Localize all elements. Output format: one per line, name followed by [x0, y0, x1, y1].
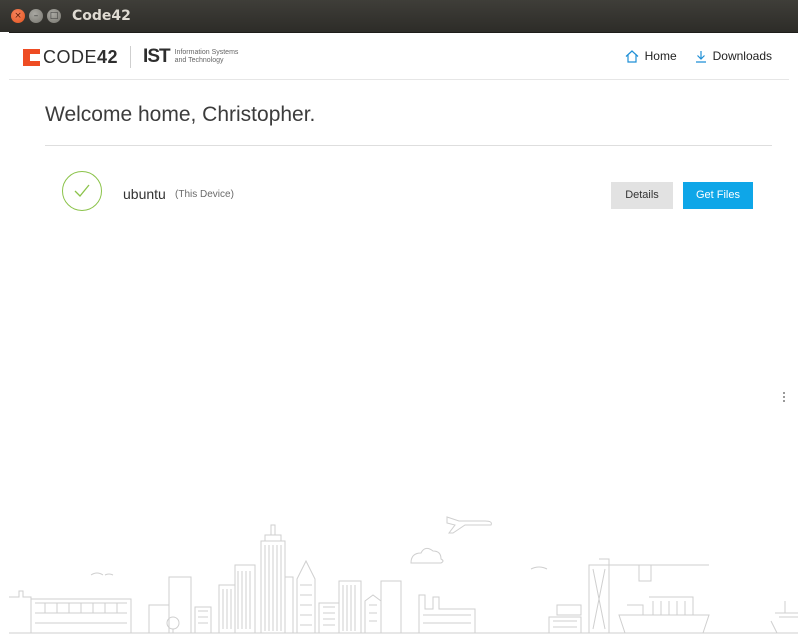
nav-downloads-label: Downloads [712, 49, 772, 63]
top-nav: Home Downloads [607, 49, 772, 63]
welcome-heading: Welcome home, Christopher. [45, 103, 316, 126]
logo-divider [130, 46, 132, 68]
window-left-border [0, 32, 9, 635]
city-skyline-illustration [9, 516, 798, 634]
code42-logo-icon [23, 48, 40, 66]
window-minimize-button[interactable]: – [29, 9, 43, 23]
device-row: ubuntu (This Device) Details Get Files [62, 171, 772, 215]
nav-downloads-link[interactable]: Downloads [695, 49, 772, 63]
app-header: CODE42 IST Information Systems and Techn… [9, 33, 789, 80]
brand-logo: CODE42 IST Information Systems and Techn… [23, 46, 238, 68]
window-title: Code42 [72, 8, 131, 24]
details-button[interactable]: Details [611, 182, 673, 209]
ist-logo-text: Information Systems and Technology [174, 49, 239, 64]
get-files-button[interactable]: Get Files [683, 182, 753, 209]
home-icon [625, 49, 639, 63]
ist-logo-mark: IST [143, 46, 171, 67]
download-icon [695, 50, 707, 63]
logo-text: CODE42 [43, 46, 119, 67]
window-maximize-button[interactable]: □ [47, 9, 61, 23]
content-divider [45, 145, 772, 146]
window-titlebar: × – □ Code42 [0, 0, 798, 33]
check-circle-icon [62, 171, 102, 211]
window-close-button[interactable]: × [11, 9, 25, 23]
resize-handle[interactable] [783, 392, 785, 402]
nav-home-link[interactable]: Home [625, 49, 677, 63]
device-name: ubuntu [123, 186, 166, 202]
device-tag: (This Device) [175, 189, 234, 200]
nav-home-label: Home [644, 49, 677, 63]
